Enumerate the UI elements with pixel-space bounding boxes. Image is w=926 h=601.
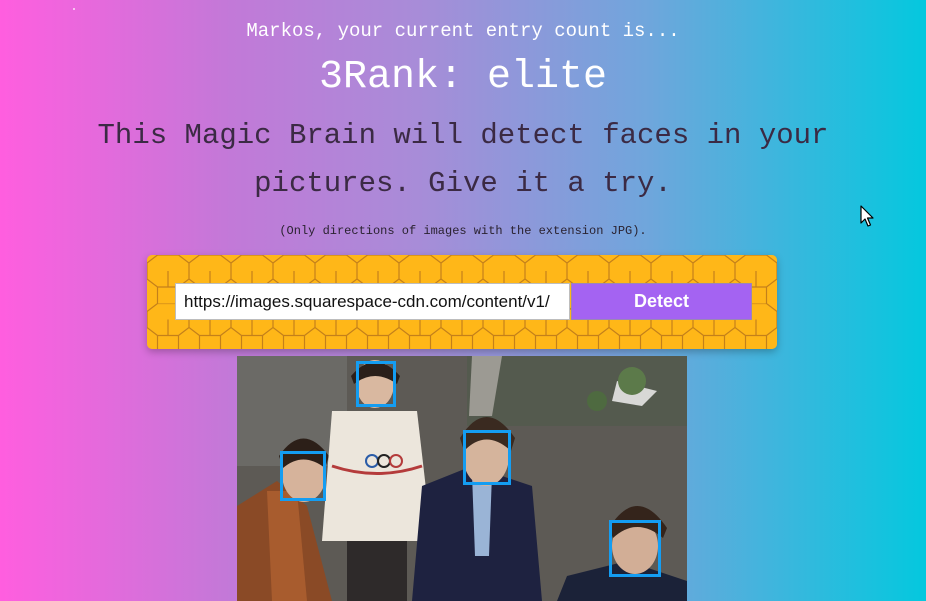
face-box-3 [463,430,511,485]
url-form-panel: Detect [147,255,777,349]
decorative-dot [73,8,75,10]
extension-note: (Only directions of images with the exte… [279,224,647,238]
analyzed-photo [237,356,687,601]
rank-display: 3Rank: elite [318,55,608,100]
face-box-4 [609,520,661,577]
image-url-input[interactable] [175,283,570,320]
mouse-pointer-icon [860,205,874,227]
entry-count-greeting: Markos, your current entry count is... [246,20,680,42]
tagline: This Magic Brain will detect faces in yo… [97,119,829,200]
face-box-2 [280,451,326,501]
detect-button[interactable]: Detect [571,283,752,320]
face-box-1 [356,361,396,407]
